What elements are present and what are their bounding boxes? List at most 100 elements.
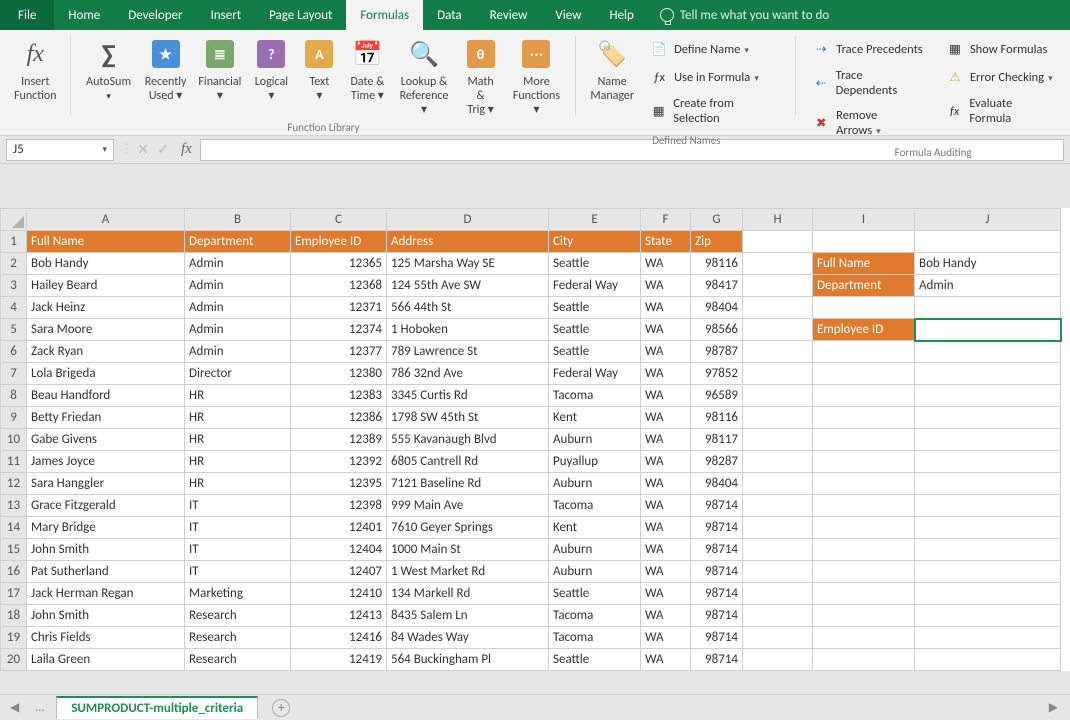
define-name-button[interactable]: 📄Define Name bbox=[646, 38, 782, 60]
chevron-down-icon[interactable]: ▾ bbox=[102, 144, 107, 155]
cell-F8[interactable]: WA bbox=[641, 385, 691, 407]
cell-F18[interactable]: WA bbox=[641, 605, 691, 627]
cell-H17[interactable] bbox=[743, 583, 813, 605]
cell-A14[interactable]: Mary Bridge bbox=[27, 517, 185, 539]
cell-B15[interactable]: IT bbox=[185, 539, 291, 561]
lookup-fullname-label[interactable]: Full Name bbox=[813, 253, 915, 275]
cell-A12[interactable]: Sara Hanggler bbox=[27, 473, 185, 495]
col-header-J[interactable]: J bbox=[915, 209, 1061, 231]
cell-I8[interactable] bbox=[813, 385, 915, 407]
row-header-4[interactable]: 4 bbox=[1, 297, 27, 319]
col-header-C[interactable]: C bbox=[291, 209, 387, 231]
mathbtn[interactable]: θMath &Trig ▾ bbox=[457, 34, 505, 119]
row-header-5[interactable]: 5 bbox=[1, 319, 27, 341]
cell-H12[interactable] bbox=[743, 473, 813, 495]
cell-J16[interactable] bbox=[915, 561, 1061, 583]
cell-F11[interactable]: WA bbox=[641, 451, 691, 473]
cell-A10[interactable]: Gabe Givens bbox=[27, 429, 185, 451]
cell-A15[interactable]: John Smith bbox=[27, 539, 185, 561]
cell-G14[interactable]: 98714 bbox=[691, 517, 743, 539]
cell-J13[interactable] bbox=[915, 495, 1061, 517]
cell-H11[interactable] bbox=[743, 451, 813, 473]
table-header-2[interactable]: Employee ID bbox=[291, 231, 387, 253]
cell-E11[interactable]: Puyallup bbox=[549, 451, 641, 473]
cell-I17[interactable] bbox=[813, 583, 915, 605]
cell-G8[interactable]: 96589 bbox=[691, 385, 743, 407]
cell-H14[interactable] bbox=[743, 517, 813, 539]
cell-F14[interactable]: WA bbox=[641, 517, 691, 539]
cell-E16[interactable]: Auburn bbox=[549, 561, 641, 583]
cell-B6[interactable]: Admin bbox=[185, 341, 291, 363]
menu-tab-data[interactable]: Data bbox=[423, 0, 476, 30]
cell-I15[interactable] bbox=[813, 539, 915, 561]
cell-E10[interactable]: Auburn bbox=[549, 429, 641, 451]
row-header-11[interactable]: 11 bbox=[1, 451, 27, 473]
cell-H7[interactable] bbox=[743, 363, 813, 385]
cell-A16[interactable]: Pat Sutherland bbox=[27, 561, 185, 583]
row-header-16[interactable]: 16 bbox=[1, 561, 27, 583]
cell-D10[interactable]: 555 Kavanaugh Blvd bbox=[387, 429, 549, 451]
lookup-emp-value[interactable] bbox=[915, 319, 1061, 341]
row-header-18[interactable]: 18 bbox=[1, 605, 27, 627]
cell-J1[interactable] bbox=[915, 231, 1061, 253]
row-header-12[interactable]: 12 bbox=[1, 473, 27, 495]
evaluate-formula-button[interactable]: fxEvaluate Formula bbox=[942, 94, 1058, 128]
menu-tab-insert[interactable]: Insert bbox=[197, 0, 256, 30]
cell-B3[interactable]: Admin bbox=[185, 275, 291, 297]
cell-E8[interactable]: Tacoma bbox=[549, 385, 641, 407]
cell-G17[interactable]: 98714 bbox=[691, 583, 743, 605]
spreadsheet-grid[interactable]: ABCDEFGHIJ1Full NameDepartmentEmployee I… bbox=[0, 208, 1070, 671]
lookup-emp-label[interactable]: Employee ID bbox=[813, 319, 915, 341]
file-menu[interactable]: File bbox=[0, 0, 54, 30]
cell-G12[interactable]: 98404 bbox=[691, 473, 743, 495]
cell-J9[interactable] bbox=[915, 407, 1061, 429]
cell-A20[interactable]: Laila Green bbox=[27, 649, 185, 671]
recentbtn[interactable]: ★RecentlyUsed ▾ bbox=[139, 34, 193, 119]
cell-E5[interactable]: Seattle bbox=[549, 319, 641, 341]
cell-F19[interactable]: WA bbox=[641, 627, 691, 649]
cell-F4[interactable]: WA bbox=[641, 297, 691, 319]
cell-G4[interactable]: 98404 bbox=[691, 297, 743, 319]
cell-H15[interactable] bbox=[743, 539, 813, 561]
cell-B7[interactable]: Director bbox=[185, 363, 291, 385]
cell-C15[interactable]: 12404 bbox=[291, 539, 387, 561]
cell-J4[interactable] bbox=[915, 297, 1061, 319]
cell-G15[interactable]: 98714 bbox=[691, 539, 743, 561]
cell-B9[interactable]: HR bbox=[185, 407, 291, 429]
cell-B2[interactable]: Admin bbox=[185, 253, 291, 275]
cell-C9[interactable]: 12386 bbox=[291, 407, 387, 429]
use-in-formula-button[interactable]: ƒxUse in Formula bbox=[646, 66, 782, 88]
cell-B12[interactable]: HR bbox=[185, 473, 291, 495]
cell-H18[interactable] bbox=[743, 605, 813, 627]
cell-F10[interactable]: WA bbox=[641, 429, 691, 451]
name-box[interactable]: J5 ▾ bbox=[6, 139, 114, 161]
table-header-1[interactable]: Department bbox=[185, 231, 291, 253]
cell-D8[interactable]: 3345 Curtis Rd bbox=[387, 385, 549, 407]
cell-A4[interactable]: Jack Heinz bbox=[27, 297, 185, 319]
menu-tab-help[interactable]: Help bbox=[595, 0, 647, 30]
row-header-19[interactable]: 19 bbox=[1, 627, 27, 649]
remove-arrows-button[interactable]: ✖Remove Arrows bbox=[808, 106, 928, 140]
tell-me[interactable]: Tell me what you want to do bbox=[648, 0, 829, 30]
cell-I6[interactable] bbox=[813, 341, 915, 363]
menu-tab-formulas[interactable]: Formulas bbox=[346, 0, 423, 30]
cell-H6[interactable] bbox=[743, 341, 813, 363]
row-header-10[interactable]: 10 bbox=[1, 429, 27, 451]
row-header-17[interactable]: 17 bbox=[1, 583, 27, 605]
cancel-icon[interactable]: ✕ bbox=[133, 141, 153, 158]
col-header-G[interactable]: G bbox=[691, 209, 743, 231]
cell-B14[interactable]: IT bbox=[185, 517, 291, 539]
cell-B17[interactable]: Marketing bbox=[185, 583, 291, 605]
row-header-7[interactable]: 7 bbox=[1, 363, 27, 385]
cell-C14[interactable]: 12401 bbox=[291, 517, 387, 539]
row-header-1[interactable]: 1 bbox=[1, 231, 27, 253]
row-header-9[interactable]: 9 bbox=[1, 407, 27, 429]
row-header-20[interactable]: 20 bbox=[1, 649, 27, 671]
cell-C11[interactable]: 12392 bbox=[291, 451, 387, 473]
cell-I11[interactable] bbox=[813, 451, 915, 473]
sheet-tab-active[interactable]: SUMPRODUCT-multiple_criteria bbox=[56, 696, 258, 719]
cell-C20[interactable]: 12419 bbox=[291, 649, 387, 671]
col-header-F[interactable]: F bbox=[641, 209, 691, 231]
cell-J17[interactable] bbox=[915, 583, 1061, 605]
autosumbtn[interactable]: ∑AutoSum ▾ bbox=[79, 34, 139, 119]
